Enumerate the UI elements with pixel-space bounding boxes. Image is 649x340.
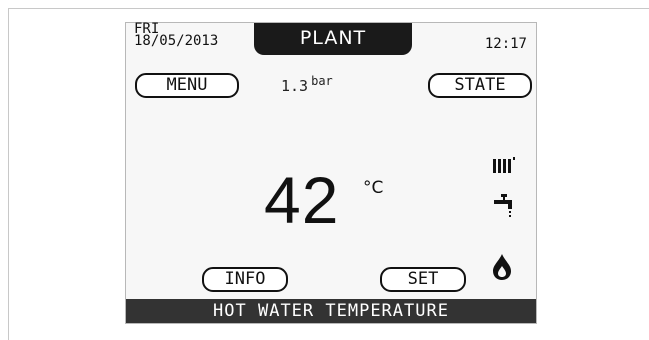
info-button[interactable]: INFO [202, 267, 288, 292]
section-title: PLANT [254, 23, 412, 55]
pressure-unit: bar [311, 74, 333, 88]
clock: 12:17 [484, 36, 527, 52]
flame-icon-svg [493, 254, 511, 280]
menu-button[interactable]: MENU [135, 73, 239, 98]
flame-icon [490, 253, 514, 286]
top-bar: FRI 18/05/2013 PLANT 12:17 [126, 22, 536, 61]
boiler-display: FRI 18/05/2013 PLANT 12:17 MENU 1.3 bar S… [125, 22, 537, 324]
temperature-unit: °C [363, 178, 384, 198]
tap-icon [492, 193, 516, 224]
pressure-value: 1.3 [281, 77, 309, 95]
radiator-icon [492, 155, 516, 180]
tap-icon-svg [494, 194, 512, 217]
state-button[interactable]: STATE [428, 73, 532, 98]
temperature-value: 42 [264, 163, 340, 237]
pressure-readout: 1.3 bar [281, 74, 333, 95]
radiator-icon-svg [493, 157, 515, 173]
set-button[interactable]: SET [380, 267, 466, 292]
date-label: 18/05/2013 [134, 33, 219, 49]
footer-label: HOT WATER TEMPERATURE [126, 299, 536, 323]
